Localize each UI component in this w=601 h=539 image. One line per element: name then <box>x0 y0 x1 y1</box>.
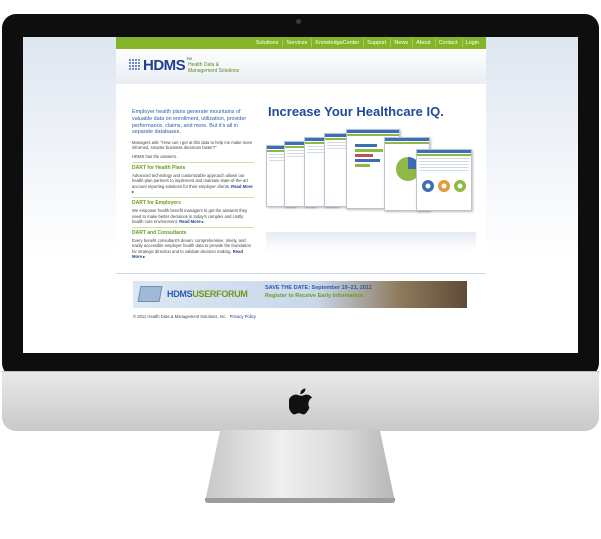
camera-icon <box>296 19 301 24</box>
monitor-stand-base <box>205 498 395 503</box>
product-screenshots <box>266 127 476 237</box>
site-logo[interactable]: HDMS <box>143 57 186 74</box>
donut-chart-icon <box>422 180 466 192</box>
website-page: Solutions Services KnowledgeCenter Suppo… <box>116 37 486 327</box>
nav-item-news[interactable]: News <box>390 39 411 47</box>
user-forum-banner[interactable]: HDMSUSERFORUM SAVE THE DATE: September 1… <box>133 281 467 308</box>
apple-logo-icon <box>289 388 313 415</box>
top-navigation: Solutions Services KnowledgeCenter Suppo… <box>116 37 486 49</box>
site-footer: © 2011 Health Data & Management Solution… <box>133 314 256 319</box>
nav-item-contact[interactable]: Contact <box>434 39 461 47</box>
section-text-health-plans: Advanced technology and customizable app… <box>132 173 254 194</box>
logo-trademark: TM <box>186 56 192 61</box>
imac-mockup: Solutions Services KnowledgeCenter Suppo… <box>0 0 601 539</box>
section-title-employers[interactable]: DART for Employers <box>132 197 254 206</box>
section-text-employers: We empower health benefit managers to ge… <box>132 208 254 224</box>
hdms-logo-icon[interactable] <box>128 58 142 72</box>
nav-item-services[interactable]: Services <box>282 39 310 47</box>
logo-subtitle: Health Data & Management Solutions <box>188 62 268 74</box>
content-divider <box>116 273 486 274</box>
section-text-consultants: Every benefit consultant's dream: compre… <box>132 238 254 259</box>
footer-copyright: © 2011 Health Data & Management Solution… <box>133 314 227 319</box>
banner-forum-hdms: HDMS <box>167 289 193 299</box>
nav-item-about[interactable]: About <box>412 39 433 47</box>
section-title-consultants[interactable]: DART and Consultants <box>132 227 254 236</box>
banner-register-link[interactable]: Register to Receive Early Information. <box>265 293 364 300</box>
forum-building-icon <box>137 286 163 302</box>
banner-save-date: SAVE THE DATE: September 19–21, 2011 <box>265 285 372 291</box>
left-column: Employer health plans generate mountains… <box>132 109 254 262</box>
read-more-link-employers[interactable]: Read More ▸ <box>179 219 204 224</box>
banner-forum-userforum: USERFORUM <box>192 289 248 299</box>
nav-item-login[interactable]: Login <box>461 39 482 47</box>
site-header: HDMS TM Health Data & Management Solutio… <box>116 49 486 84</box>
privacy-policy-link[interactable]: Privacy Policy <box>230 314 256 319</box>
nav-item-support[interactable]: Support <box>363 39 389 47</box>
nav-items: Solutions Services KnowledgeCenter Suppo… <box>253 39 482 47</box>
section-title-health-plans[interactable]: DART for Health Plans <box>132 162 254 171</box>
hero-title: Increase Your Healthcare IQ. <box>268 104 444 119</box>
intro-headline: Employer health plans generate mountains… <box>132 109 247 136</box>
logo-subtitle-line2: Management Solutions <box>188 68 240 74</box>
monitor-stand <box>205 430 395 502</box>
nav-item-knowledgecenter[interactable]: KnowledgeCenter <box>311 39 362 47</box>
intro-answer: HDMS has the answers. <box>132 153 178 159</box>
nav-item-solutions[interactable]: Solutions <box>253 39 282 47</box>
intro-quote: Managers ask: "How can I get at this dat… <box>132 140 253 151</box>
banner-forum-title: HDMSUSERFORUM <box>167 289 248 299</box>
screenshot-card <box>416 149 472 211</box>
screenshots-reflection <box>266 232 476 252</box>
monitor-screen: Solutions Services KnowledgeCenter Suppo… <box>23 37 578 353</box>
